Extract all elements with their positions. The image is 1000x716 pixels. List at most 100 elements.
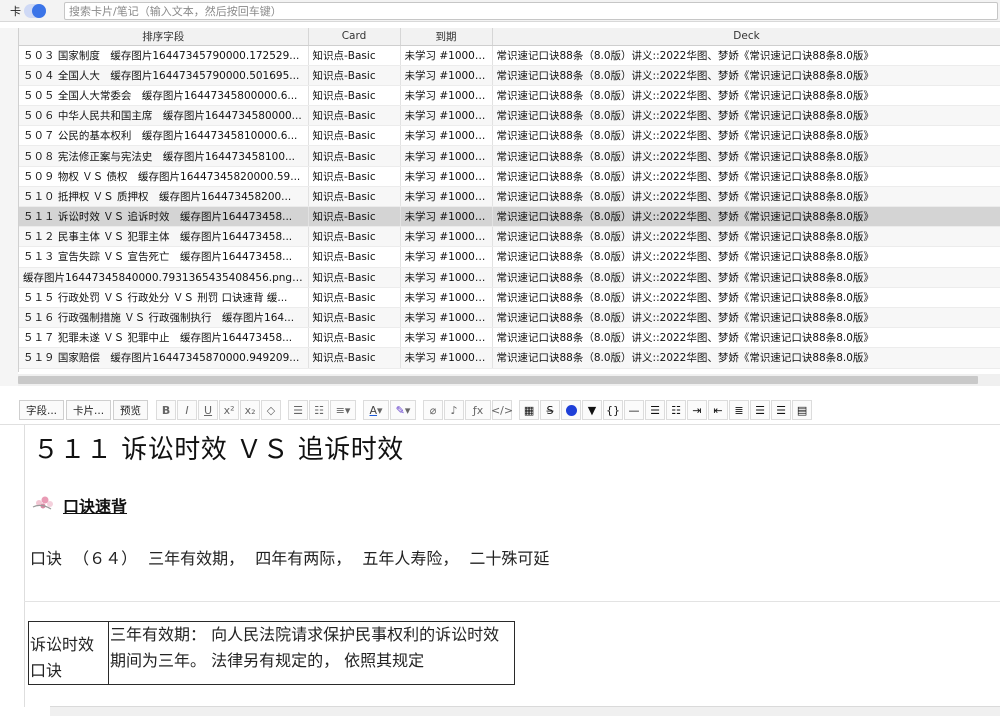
cell-due: 未学习 #1000485: [400, 327, 493, 349]
table-row[interactable]: ５１７ 犯罪未遂 ＶＳ 犯罪中止 缓存图片164473458... 知识点-Bas…: [19, 327, 1000, 349]
numbered-list-2-icon[interactable]: ☷: [666, 400, 687, 420]
search-bar: 卡: [0, 0, 1000, 22]
sidebar-gutter: [0, 28, 18, 386]
cell-deck: 常识速记口诀88条（8.0版）讲义::2022华图、梦娇《常识速记口诀88条8.…: [492, 307, 1000, 329]
outdent-icon[interactable]: ⇤: [708, 400, 729, 420]
subscript-icon[interactable]: x₂: [240, 400, 261, 420]
note-editor[interactable]: ５１１ 诉讼时效 ＶＳ 追诉时效 口诀速背 口诀 （６４） 三年有效期， 四年有…: [0, 424, 1000, 716]
card-list: 排序字段 Card 到期 Deck ５０３ 国家制度 缓存图片164473457…: [18, 28, 1000, 372]
table-row[interactable]: ５０９ 物权 ＶＳ 债权 缓存图片16447345820000.59... 知识点…: [19, 166, 1000, 187]
highlight-icon[interactable]: ✎ ▾: [390, 400, 417, 420]
cell-card: 知识点-Basic: [308, 307, 401, 329]
cell-sort-field: ５０５ 全国人大常委会 缓存图片16447345800000.6...: [19, 85, 309, 107]
eraser-icon[interactable]: ◇: [261, 400, 282, 420]
horizontal-scrollbar[interactable]: [18, 374, 1000, 386]
cell-card: 知识点-Basic: [308, 226, 401, 248]
align-left-icon[interactable]: ☰: [750, 400, 771, 420]
cell-card: 知识点-Basic: [308, 267, 401, 288]
table-row[interactable]: ５１１ 诉讼时效 ＶＳ 追诉时效 缓存图片164473458... 知识点-Bas…: [19, 206, 1000, 228]
math-icon[interactable]: ƒx: [465, 400, 492, 420]
cell-sort-field: ５０７ 公民的基本权利 缓存图片16447345810000.6...: [19, 125, 309, 147]
cell-due: 未学习 #1000484: [400, 307, 493, 329]
horizontal-rule-icon[interactable]: —: [624, 400, 645, 420]
bullet-list-icon[interactable]: ☰: [288, 400, 309, 420]
column-header-sort-field[interactable]: 排序字段: [19, 28, 309, 46]
column-header-due[interactable]: 到期: [400, 28, 493, 46]
table-row[interactable]: ５１３ 宣告失踪 ＶＳ 宣告死亡 缓存图片164473458... 知识点-Bas…: [19, 246, 1000, 268]
cell-card: 知识点-Basic: [308, 65, 401, 86]
table-row: 诉讼时效口诀 三年有效期： 向人民法院请求保护民事权利的诉讼时效期间为三年。 法…: [28, 621, 515, 685]
table-row[interactable]: ５１５ 行政处罚 ＶＳ 行政处分 ＶＳ 刑罚 口诀速背 缓... 知识点-Basi…: [19, 287, 1000, 308]
table-row[interactable]: 缓存图片16447345840000.7931365435408456.png …: [19, 267, 1000, 288]
cell-deck: 常识速记口诀88条（8.0版）讲义::2022华图、梦娇《常识速记口诀88条8.…: [492, 45, 1000, 66]
table-row[interactable]: ５０３ 国家制度 缓存图片16447345790000.172529... 知识点…: [19, 45, 1000, 66]
cell-card: 知识点-Basic: [308, 85, 401, 107]
cell-sort-field: 缓存图片16447345840000.7931365435408456.png …: [19, 267, 309, 288]
cell-sort-field: ５１５ 行政处罚 ＶＳ 行政处分 ＶＳ 刑罚 口诀速背 缓...: [19, 287, 309, 308]
mnemonic-text: 口诀 （６４） 三年有效期， 四年有两际， 五年人寿险， 二十殊可延: [30, 549, 550, 568]
indent-icon[interactable]: ⇥: [687, 400, 708, 420]
flower-icon: [32, 496, 53, 510]
cards-button[interactable]: 卡片...: [66, 400, 112, 420]
cell-deck: 常识速记口诀88条（8.0版）讲义::2022华图、梦娇《常识速记口诀88条8.…: [492, 85, 1000, 107]
cell-deck: 常识速记口诀88条（8.0版）讲义::2022华图、梦娇《常识速记口诀88条8.…: [492, 267, 1000, 288]
cell-deck: 常识速记口诀88条（8.0版）讲义::2022华图、梦娇《常识速记口诀88条8.…: [492, 226, 1000, 248]
bold-icon[interactable]: B: [156, 400, 177, 420]
fields-button[interactable]: 字段...: [19, 400, 65, 420]
cell-card: 知识点-Basic: [308, 327, 401, 349]
cell-deck: 常识速记口诀88条（8.0版）讲义::2022华图、梦娇《常识速记口诀88条8.…: [492, 125, 1000, 147]
cell-due: 未学习 #1000473: [400, 85, 493, 107]
table-row[interactable]: ５１６ 行政强制措施 ＶＳ 行政强制执行 缓存图片164... 知识点-Basic…: [19, 307, 1000, 329]
cell-deck: 常识速记口诀88条（8.0版）讲义::2022华图、梦娇《常识速记口诀88条8.…: [492, 65, 1000, 86]
strikethrough-icon[interactable]: S̶: [540, 400, 561, 420]
table-row[interactable]: ５０７ 公民的基本权利 缓存图片16447345810000.6... 知识点-B…: [19, 125, 1000, 147]
search-input[interactable]: [64, 2, 998, 20]
justify-icon[interactable]: ▤: [792, 400, 813, 420]
cell-deck: 常识速记口诀88条（8.0版）讲义::2022华图、梦娇《常识速记口诀88条8.…: [492, 186, 1000, 208]
table-row[interactable]: ５０５ 全国人大常委会 缓存图片16447345800000.6... 知识点-B…: [19, 85, 1000, 107]
align-right-icon[interactable]: ☰: [771, 400, 792, 420]
bullet-list-2-icon[interactable]: ☰: [645, 400, 666, 420]
preview-button[interactable]: 预览: [113, 400, 149, 420]
cell-due: 未学习 #1000475: [400, 125, 493, 147]
cell-sort-field: ５１１ 诉讼时效 ＶＳ 追诉时效 缓存图片164473458...: [19, 206, 309, 228]
column-header-card[interactable]: Card: [308, 28, 401, 46]
field-indicator: [24, 425, 25, 707]
align-center-icon[interactable]: ≣: [729, 400, 750, 420]
table-icon[interactable]: ▦: [519, 400, 540, 420]
cards-notes-toggle[interactable]: 卡: [10, 3, 46, 19]
circle-icon[interactable]: [561, 400, 582, 420]
underline-icon[interactable]: U: [198, 400, 219, 420]
superscript-icon[interactable]: x²: [219, 400, 240, 420]
table-row[interactable]: ５１２ 民事主体 ＶＳ 犯罪主体 缓存图片164473458... 知识点-Bas…: [19, 226, 1000, 248]
cell-card: 知识点-Basic: [308, 287, 401, 308]
column-header-deck[interactable]: Deck: [492, 28, 1000, 46]
cell-card: 知识点-Basic: [308, 166, 401, 187]
cell-sort-field: ５０６ 中华人民共和国主席 缓存图片1644734580000...: [19, 105, 309, 127]
text-color-icon[interactable]: A ▾: [363, 400, 390, 420]
numbered-list-icon[interactable]: ☷: [309, 400, 330, 420]
mode-switch-knob: [32, 4, 46, 18]
cell-deck: 常识速记口诀88条（8.0版）讲义::2022华图、梦娇《常识速记口诀88条8.…: [492, 347, 1000, 369]
html-icon[interactable]: </>: [491, 400, 513, 420]
align-icon[interactable]: ≡▾: [330, 400, 357, 420]
braces-icon[interactable]: {}: [603, 400, 624, 420]
cell-deck: 常识速记口诀88条（8.0版）讲义::2022华图、梦娇《常识速记口诀88条8.…: [492, 327, 1000, 349]
table-row[interactable]: ５０６ 中华人民共和国主席 缓存图片1644734580000... 知识点-Ba…: [19, 105, 1000, 127]
italic-icon[interactable]: I: [177, 400, 198, 420]
table-row[interactable]: ５０４ 全国人大 缓存图片16447345790000.501695... 知识点…: [19, 65, 1000, 86]
record-icon[interactable]: ♪: [444, 400, 465, 420]
content-table: 诉讼时效口诀 三年有效期： 向人民法院请求保护民事权利的诉讼时效期间为三年。 法…: [28, 621, 515, 685]
cell-sort-field: ５０４ 全国人大 缓存图片16447345790000.501695...: [19, 65, 309, 86]
mode-switch[interactable]: [24, 4, 46, 18]
cell-due: 未学习 #1000474: [400, 105, 493, 127]
cell-deck: 常识速记口诀88条（8.0版）讲义::2022华图、梦娇《常识速记口诀88条8.…: [492, 145, 1000, 167]
cell-sort-field: ５１６ 行政强制措施 ＶＳ 行政强制执行 缓存图片164...: [19, 307, 309, 329]
table-row[interactable]: ５１９ 国家赔偿 缓存图片16447345870000.949209... 知识点…: [19, 347, 1000, 369]
scrollbar-thumb[interactable]: [18, 376, 978, 384]
table-row[interactable]: ５０８ 宪法修正案与宪法史 缓存图片164473458100... 知识点-Bas…: [19, 145, 1000, 167]
attach-icon[interactable]: ⌀: [423, 400, 444, 420]
triangle-down-icon[interactable]: ▼: [582, 400, 603, 420]
table-row[interactable]: ５１０ 抵押权 ＶＳ 质押权 缓存图片164473458200... 知识点-Ba…: [19, 186, 1000, 208]
cell-due: 未学习 #1000480: [400, 226, 493, 248]
